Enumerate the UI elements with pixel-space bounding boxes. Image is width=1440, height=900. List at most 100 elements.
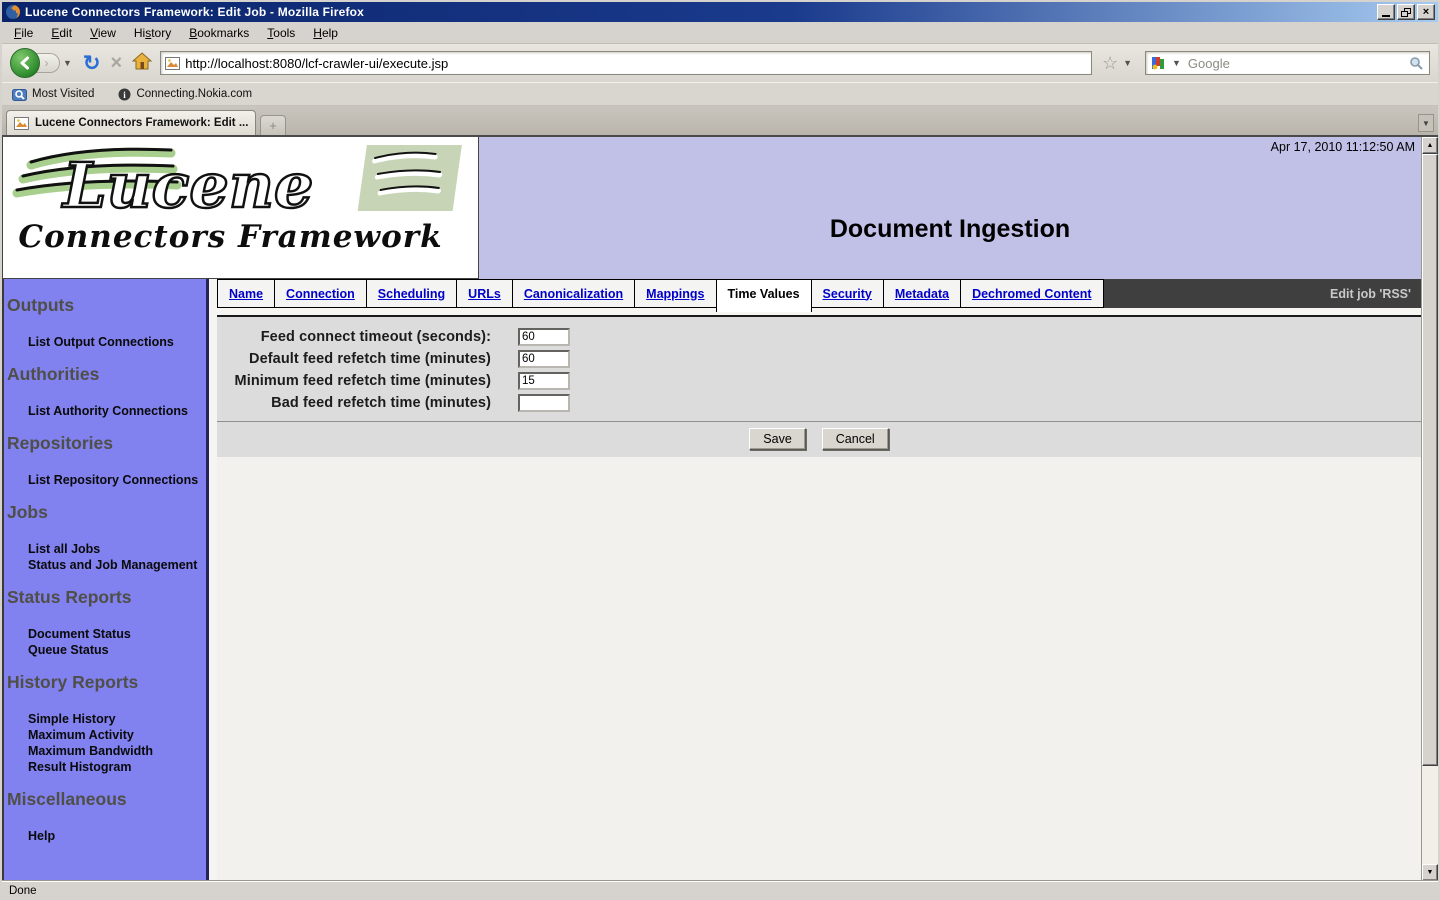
tab-favicon-icon [14, 117, 29, 130]
tab-security[interactable]: Security [811, 279, 884, 308]
search-input[interactable]: Google [1188, 56, 1405, 71]
back-arrow-icon [18, 56, 32, 70]
vertical-scrollbar[interactable]: ▲ ▼ [1421, 137, 1438, 881]
menu-bookmarks[interactable]: Bookmarks [181, 23, 257, 43]
tab-mappings[interactable]: Mappings [634, 279, 716, 308]
history-dropdown-caret-icon[interactable]: ▼ [60, 58, 75, 68]
sidebar-item-result-histogram[interactable]: Result Histogram [4, 759, 206, 775]
sidebar-heading-outputs: Outputs [4, 295, 206, 316]
sidebar-item-list-authority-connections[interactable]: List Authority Connections [4, 403, 206, 419]
url-text[interactable]: http://localhost:8080/lcf-crawler-ui/exe… [185, 56, 1087, 71]
sidebar-item-list-output-connections[interactable]: List Output Connections [4, 334, 206, 350]
tab-connection[interactable]: Connection [274, 279, 367, 308]
sidebar-items: List Output Connections [4, 334, 206, 350]
menu-file[interactable]: File [6, 23, 41, 43]
save-button[interactable]: Save [749, 428, 806, 450]
sidebar-item-maximum-bandwidth[interactable]: Maximum Bandwidth [4, 743, 206, 759]
scroll-up-button[interactable]: ▲ [1422, 137, 1438, 154]
minimize-button[interactable] [1377, 4, 1395, 20]
sidebar-heading-jobs: Jobs [4, 502, 206, 523]
tab-urls[interactable]: URLs [456, 279, 513, 308]
back-button[interactable] [10, 48, 40, 78]
most-visited-icon [12, 88, 27, 101]
sidebar-heading-history-reports: History Reports [4, 672, 206, 693]
search-box[interactable]: ▼ Google [1145, 51, 1430, 75]
sidebar-section-jobs: Jobs List all JobsStatus and Job Manageme… [4, 502, 206, 573]
tab-link-name[interactable]: Name [229, 287, 263, 301]
bookmark-dropdown-caret-icon[interactable]: ▼ [1120, 58, 1135, 68]
sidebar-items: List Repository Connections [4, 472, 206, 488]
sidebar-item-status-and-job-management[interactable]: Status and Job Management [4, 557, 206, 573]
tab-link-scheduling[interactable]: Scheduling [378, 287, 445, 301]
bookmark-most-visited[interactable]: Most Visited [8, 86, 98, 103]
feed-connect-timeout-input[interactable] [518, 328, 570, 346]
scroll-down-icon: ▼ [1427, 869, 1434, 876]
sidebar-items: Help [4, 828, 206, 844]
home-button[interactable] [130, 52, 154, 75]
sidebar-item-document-status[interactable]: Document Status [4, 626, 206, 642]
scrollbar-track[interactable] [1422, 766, 1438, 864]
bookmarks-toolbar: Most Visited i Connecting.Nokia.com [2, 82, 1438, 106]
window-title: Lucene Connectors Framework: Edit Job - … [25, 5, 1375, 19]
reload-icon: ↻ [83, 52, 101, 75]
menu-bar: FileEditViewHistoryBookmarksToolsHelp [2, 22, 1438, 44]
tab-time-values[interactable]: Time Values [716, 279, 812, 312]
sidebar-item-list-repository-connections[interactable]: List Repository Connections [4, 472, 206, 488]
cancel-button[interactable]: Cancel [822, 428, 889, 450]
tab-scheduling[interactable]: Scheduling [366, 279, 457, 308]
url-bar[interactable]: http://localhost:8080/lcf-crawler-ui/exe… [160, 51, 1092, 75]
sidebar-item-simple-history[interactable]: Simple History [4, 711, 206, 727]
logo-subtitle: Connectors Framework [3, 219, 458, 255]
sidebar-item-help[interactable]: Help [4, 828, 206, 844]
tab-dechromed-content[interactable]: Dechromed Content [960, 279, 1103, 308]
bookmark-star-icon[interactable]: ☆ [1102, 54, 1118, 72]
menu-edit[interactable]: Edit [43, 23, 80, 43]
reload-button[interactable]: ↻ [81, 53, 103, 74]
bookmark-label: Connecting.Nokia.com [136, 88, 252, 100]
stop-icon: × [111, 52, 123, 74]
bad-feed-refetch-time-input[interactable] [518, 394, 570, 412]
tab-link-canonicalization[interactable]: Canonicalization [524, 287, 623, 301]
form-row-minimum-feed-refetch-time: Minimum feed refetch time (minutes) [217, 370, 1421, 392]
sidebar-heading-miscellaneous: Miscellaneous [4, 789, 206, 810]
menu-history[interactable]: History [126, 23, 179, 43]
svg-text:Lucene: Lucene [61, 149, 313, 221]
job-tabstrip: Name Connection Scheduling URLs Canonicaliza… [217, 279, 1421, 308]
scroll-down-button[interactable]: ▼ [1422, 864, 1438, 881]
tab-list-button[interactable]: ▼ [1418, 114, 1434, 132]
search-engine-caret-icon[interactable]: ▼ [1169, 58, 1184, 68]
restore-button[interactable] [1397, 4, 1415, 20]
sidebar-item-list-all-jobs[interactable]: List all Jobs [4, 541, 206, 557]
feed-connect-timeout-label: Feed connect timeout (seconds): [217, 329, 491, 345]
menu-tools[interactable]: Tools [259, 23, 303, 43]
new-tab-icon: + [269, 118, 277, 133]
browser-tab[interactable]: Lucene Connectors Framework: Edit ... [6, 110, 256, 135]
tab-canonicalization[interactable]: Canonicalization [512, 279, 635, 308]
tab-metadata[interactable]: Metadata [883, 279, 961, 308]
page-favicon-icon [165, 57, 180, 70]
info-icon: i [118, 88, 131, 101]
tab-link-dechromed-content[interactable]: Dechromed Content [972, 287, 1091, 301]
default-feed-refetch-time-input[interactable] [518, 350, 570, 368]
menu-help[interactable]: Help [305, 23, 346, 43]
tab-link-security[interactable]: Security [823, 287, 872, 301]
bookmark-connecting-nokia-com[interactable]: i Connecting.Nokia.com [114, 86, 256, 103]
default-feed-refetch-time-label: Default feed refetch time (minutes) [217, 351, 491, 367]
sidebar-item-queue-status[interactable]: Queue Status [4, 642, 206, 658]
tab-name[interactable]: Name [217, 279, 275, 308]
stop-button[interactable]: × [109, 53, 125, 73]
page-viewport: Lucene Connectors Framework Apr 17, 2010… [2, 135, 1438, 881]
page-banner: Lucene Connectors Framework Apr 17, 2010… [2, 137, 1421, 279]
time-values-form: Feed connect timeout (seconds): Default f… [217, 315, 1421, 457]
close-button[interactable]: × [1417, 4, 1435, 20]
scrollbar-thumb[interactable] [1422, 154, 1438, 766]
menu-view[interactable]: View [82, 23, 124, 43]
tab-link-mappings[interactable]: Mappings [646, 287, 704, 301]
tab-link-urls[interactable]: URLs [468, 287, 501, 301]
tab-link-metadata[interactable]: Metadata [895, 287, 949, 301]
sidebar-item-maximum-activity[interactable]: Maximum Activity [4, 727, 206, 743]
new-tab-button[interactable]: + [260, 115, 286, 135]
search-magnifier-icon[interactable] [1409, 56, 1424, 71]
tab-link-connection[interactable]: Connection [286, 287, 355, 301]
minimum-feed-refetch-time-input[interactable] [518, 372, 570, 390]
